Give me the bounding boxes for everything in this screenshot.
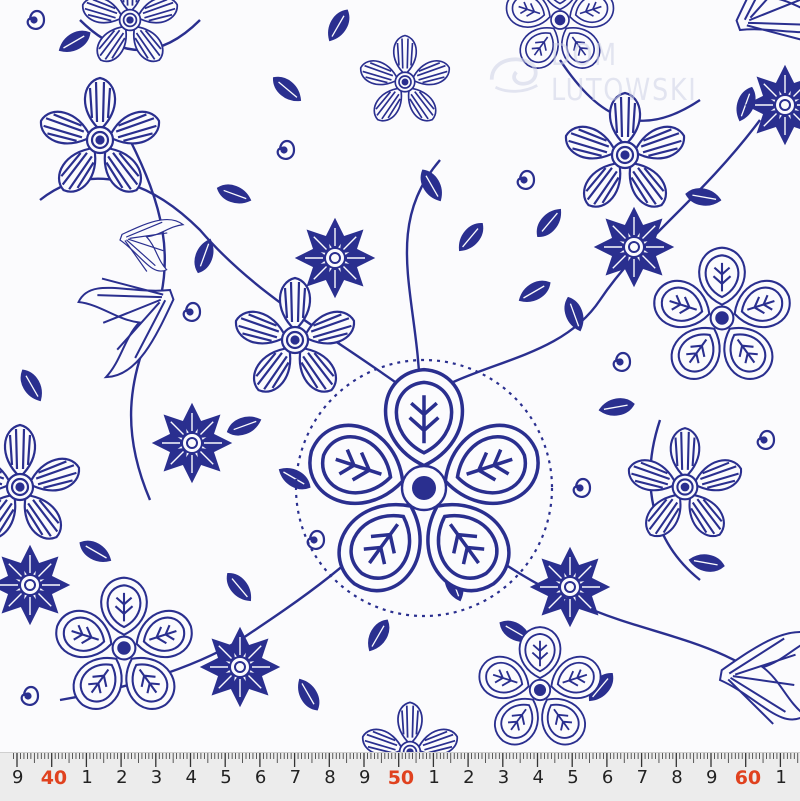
- ruler-label: 3: [150, 767, 163, 788]
- ruler-label: 4: [532, 767, 544, 788]
- ruler-label: 7: [289, 767, 302, 788]
- ruler-label: 5: [220, 767, 232, 788]
- ruler-label: 5: [567, 767, 579, 788]
- ruler-label: 7: [636, 767, 649, 788]
- ruler-label: 2: [116, 767, 128, 788]
- big-center-flower-icon: [294, 358, 554, 618]
- ruler-label: 9: [706, 767, 718, 788]
- ruler-label: 3: [497, 767, 510, 788]
- floral-fabric-pattern: [0, 0, 800, 752]
- ruler-label: 1: [775, 767, 787, 788]
- ruler-label: 50: [387, 767, 415, 789]
- ruler-label: 8: [671, 767, 683, 788]
- ruler-label: 2: [463, 767, 475, 788]
- measuring-tape: 9 40 1 2 3 4 5 6 7 8 9 50 1 2 3 4 5 6 7 8 9 60 1: [0, 752, 800, 801]
- ruler-label: 40: [40, 767, 68, 789]
- ruler-label: 1: [428, 767, 440, 788]
- ruler-label: 6: [601, 767, 614, 788]
- ruler-label: 8: [324, 767, 336, 788]
- ruler-label: 9: [359, 767, 371, 788]
- ruler-label: 9: [12, 767, 24, 788]
- ruler-label: 4: [185, 767, 197, 788]
- ruler-label: 60: [734, 767, 762, 789]
- ruler-label: 6: [254, 767, 267, 788]
- ruler-label: 1: [81, 767, 93, 788]
- fabric-photo: DOM LUTOWSKI 9 40 1 2 3 4 5 6 7 8 9 50 1 2 3 4 5 6 7 8 9 60 1: [0, 0, 800, 801]
